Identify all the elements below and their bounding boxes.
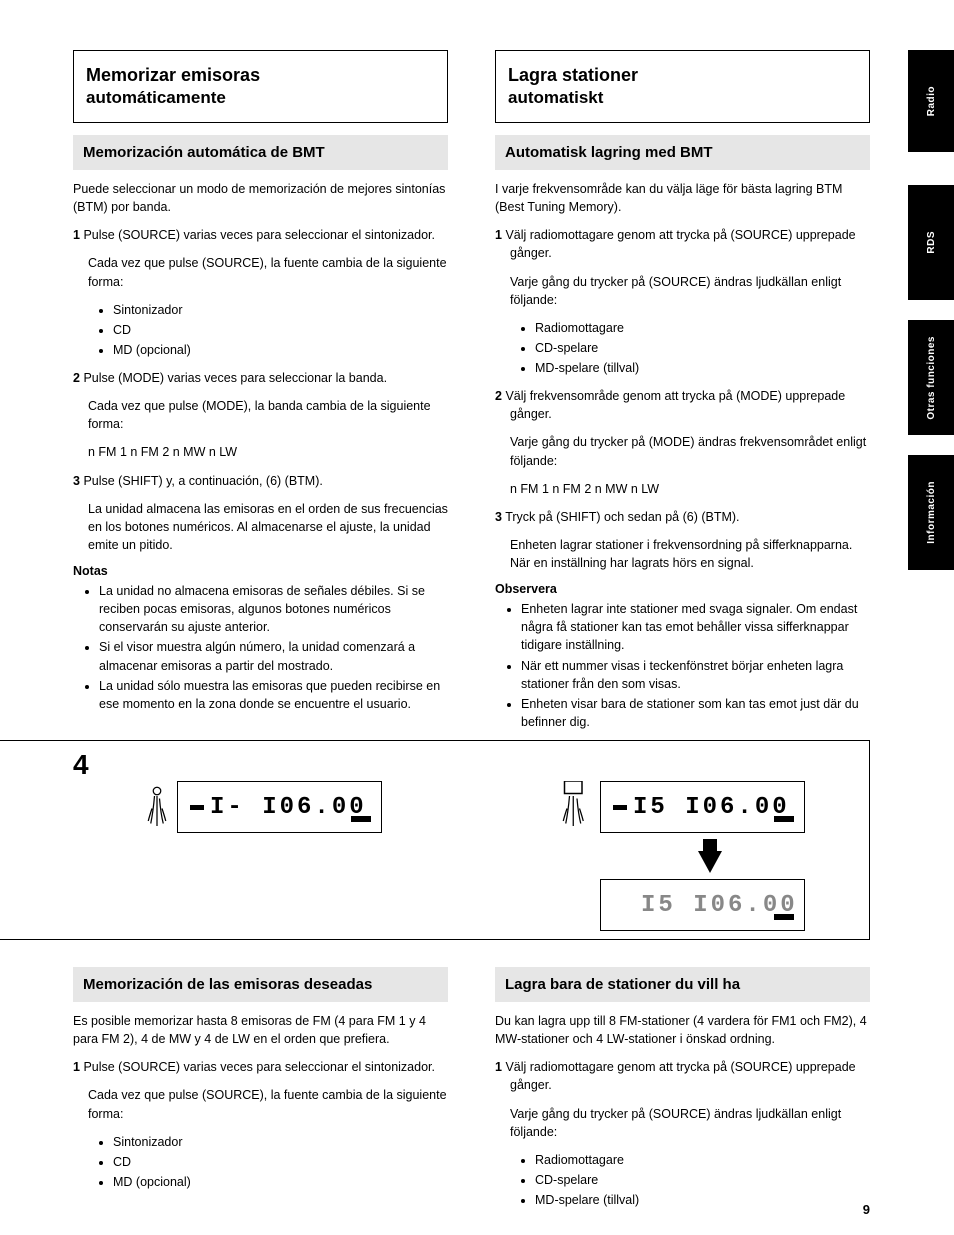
notes-label: Observera [495,582,870,596]
list-item: Enheten visar bara de stationer som kan … [521,695,870,731]
arrow-down-icon [698,839,805,873]
list-item: MD-spelare (tillval) [535,359,870,377]
tab-label: Otras funciones [926,336,937,420]
column-left-bottom: Memorización de las emisoras deseadas Es… [73,955,448,1201]
lcd-text: I5 I06.00 [633,794,790,821]
step1-desc: Varje gång du trycker på (SOURCE) ändras… [495,273,870,309]
source-list: Sintonizador CD MD (opcional) [73,301,448,359]
list-item: MD (opcional) [113,1173,448,1191]
step-1: 1 Välj radiomottagare genom att trycka p… [495,1058,870,1094]
step1-desc: Cada vez que pulse (SOURCE), la fuente c… [73,1086,448,1122]
page-number: 9 [863,1202,870,1217]
step-2: 2 Pulse (MODE) varias veces para selecci… [73,369,448,387]
step2-seq: n FM 1 n FM 2 n MW n LW [73,443,448,461]
lcd-dash-icon [613,805,627,810]
source-list: Radiomottagare CD-spelare MD-spelare (ti… [495,1151,870,1209]
hand-press-icon [142,786,172,831]
step-1: 1 Pulse (SOURCE) varias veces para selec… [73,1058,448,1076]
subheading: Lagra bara de stationer du vill ha [495,967,870,1002]
intro-text: I varje frekvensområde kan du välja läge… [495,180,870,216]
lcd-bar-icon [351,816,371,822]
lcd-dash-icon [190,805,204,810]
step-3: 3 Pulse (SHIFT) y, a continuación, (6) (… [73,472,448,490]
list-item: Sintonizador [113,301,448,319]
list-item: När ett nummer visas i teckenfönstret bö… [521,657,870,693]
list-item: MD-spelare (tillval) [535,1191,870,1209]
column-right-bottom: Lagra bara de stationer du vill ha Du ka… [495,955,870,1219]
title-box-left: Memorizar emisoras automáticamente [73,50,448,123]
intro-text: Puede seleccionar un modo de memorizació… [73,180,448,216]
hand-remote-icon [557,781,592,836]
lcd-display-3: I5 I06.00 [600,879,805,931]
sidebar-tab-other: Otras funciones [908,320,954,435]
intro-text: Du kan lagra upp till 8 FM-stationer (4 … [495,1012,870,1048]
list-item: Si el visor muestra algún número, la uni… [99,638,448,674]
subheading: Automatisk lagring med BMT [495,135,870,170]
list-item: CD [113,321,448,339]
list-item: CD [113,1153,448,1171]
lcd-display-1: I- I06.00 [177,781,382,833]
step2-seq: n FM 1 n FM 2 n MW n LW [495,480,870,498]
title-box-right: Lagra stationer automatiskt [495,50,870,123]
title-line1: Memorizar emisoras [86,65,435,86]
tab-label: Información [926,481,937,544]
step3-desc: La unidad almacena las emisoras en el or… [73,500,448,554]
list-item: La unidad no almacena emisoras de señale… [99,582,448,636]
list-item: CD-spelare [535,339,870,357]
tab-label: Radio [926,86,937,116]
list-item: Radiomottagare [535,1151,870,1169]
step-1: 1 Pulse (SOURCE) varias veces para selec… [73,226,448,244]
lcd-bar-icon [774,914,794,920]
column-right-top: Lagra stationer automatiskt Automatisk l… [495,50,870,741]
step1-desc: Varje gång du trycker på (SOURCE) ändras… [495,1105,870,1141]
step3-desc: Enheten lagrar stationer i frekvensordni… [495,536,870,572]
tab-label: RDS [926,231,937,254]
list-item: Radiomottagare [535,319,870,337]
list-item: La unidad sólo muestra las emisoras que … [99,677,448,713]
sidebar-tab-rds: RDS [908,185,954,300]
lcd-text: I- I06.00 [210,794,367,821]
intro-text: Es posible memorizar hasta 8 emisoras de… [73,1012,448,1048]
title-line2: automáticamente [86,88,435,108]
step2-desc: Cada vez que pulse (MODE), la banda camb… [73,397,448,433]
step-2: 2 Välj frekvensområde genom att trycka p… [495,387,870,423]
illustration-step-number: 4 [73,749,89,781]
column-left-top: Memorizar emisoras automáticamente Memor… [73,50,448,723]
list-item: Sintonizador [113,1133,448,1151]
source-list: Radiomottagare CD-spelare MD-spelare (ti… [495,319,870,377]
list-item: Enheten lagrar inte stationer med svaga … [521,600,870,654]
title-line1: Lagra stationer [508,65,857,86]
source-list: Sintonizador CD MD (opcional) [73,1133,448,1191]
sidebar-tab-radio: Radio [908,50,954,152]
step-1: 1 Välj radiomottagare genom att trycka p… [495,226,870,262]
step-3: 3 Tryck på (SHIFT) och sedan på (6) (BTM… [495,508,870,526]
notes-list: La unidad no almacena emisoras de señale… [73,582,448,713]
illustration-band: 4 I- I06.00 I5 I06.00 [0,740,870,940]
list-item: CD-spelare [535,1171,870,1189]
step2-desc: Varje gång du trycker på (MODE) ändras f… [495,433,870,469]
list-item: MD (opcional) [113,341,448,359]
lcd-display-2: I5 I06.00 [600,781,805,833]
step1-desc: Cada vez que pulse (SOURCE), la fuente c… [73,254,448,290]
title-line2: automatiskt [508,88,857,108]
notes-label: Notas [73,564,448,578]
subheading: Memorización automática de BMT [73,135,448,170]
notes-list: Enheten lagrar inte stationer med svaga … [495,600,870,731]
sidebar-tab-info: Información [908,455,954,570]
subheading: Memorización de las emisoras deseadas [73,967,448,1002]
lcd-bar-icon [774,816,794,822]
